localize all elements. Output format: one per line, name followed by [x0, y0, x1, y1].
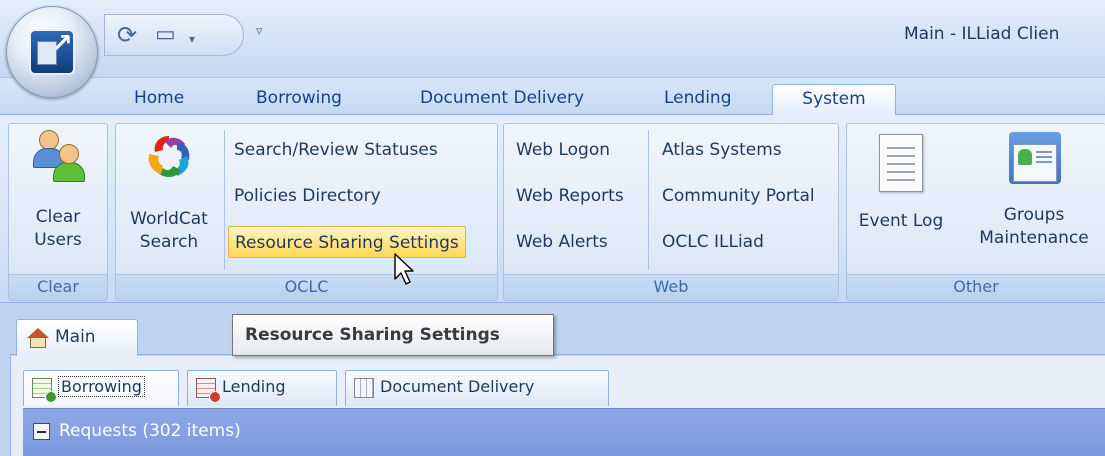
refresh-icon[interactable]: ⟳: [117, 21, 137, 49]
web-alerts-button[interactable]: Web Alerts: [510, 226, 614, 258]
web-logon-button[interactable]: Web Logon: [510, 134, 616, 166]
window-icon[interactable]: ▭: [155, 21, 176, 49]
app-logo-icon: [29, 29, 75, 75]
group-caption-clear: Clear: [9, 274, 107, 300]
ribbon-group-web: Web Logon Web Reports Web Alerts Atlas S…: [503, 123, 839, 301]
group-caption-oclc: OCLC: [116, 274, 497, 300]
requests-count-label: Requests (302 items): [59, 421, 241, 441]
ribbon-tab-bar: Home Borrowing Document Delivery Lending…: [0, 78, 1105, 115]
window-title: Main - ILLiad Clien: [904, 24, 1060, 44]
ribbon-group-clear: Clear Users Clear: [8, 123, 108, 301]
tab-lending[interactable]: Lending: [652, 84, 744, 115]
resource-sharing-settings-button[interactable]: Resource Sharing Settings: [228, 226, 466, 258]
tab-borrowing-queue[interactable]: Borrowing: [23, 370, 179, 406]
tab-main[interactable]: Main: [16, 319, 138, 356]
worldcat-search-label: WorldCat Search: [130, 209, 208, 252]
groups-maintenance-button[interactable]: Groups Maintenance: [969, 128, 1099, 250]
users-icon: [31, 128, 85, 182]
quick-access-toolbar: ⟳ ▭ ▾: [104, 14, 244, 56]
event-log-label: Event Log: [858, 211, 944, 231]
ribbon-group-other: Event Log Groups Maintenance Other: [846, 123, 1105, 301]
tab-borrowing[interactable]: Borrowing: [244, 84, 354, 115]
chevron-down-icon[interactable]: ▾: [189, 25, 195, 53]
separator: [648, 130, 649, 270]
title-bar: ⟳ ▭ ▾ ▿ Main - ILLiad Clien: [0, 0, 1105, 78]
borrowing-icon: [32, 378, 57, 403]
group-caption-other: Other: [847, 274, 1105, 300]
tab-lending-queue[interactable]: Lending: [187, 370, 337, 406]
tab-document-delivery[interactable]: Document Delivery: [408, 84, 596, 115]
clear-users-label: Clear Users: [34, 207, 82, 250]
groups-maintenance-label: Groups Maintenance: [979, 205, 1089, 248]
groups-icon: [1005, 132, 1063, 188]
tab-document-delivery-queue-label: Document Delivery: [380, 377, 535, 396]
event-log-button[interactable]: Event Log: [851, 128, 951, 233]
mouse-cursor-icon: [394, 253, 414, 285]
tab-borrowing-queue-label: Borrowing: [58, 376, 145, 397]
ribbon-group-oclc: WorldCat Search Search/Review Statuses P…: [115, 123, 498, 301]
document-tab-strip: Main: [10, 313, 1105, 356]
tab-system[interactable]: System: [772, 84, 896, 115]
clear-users-button[interactable]: Clear Users: [15, 128, 101, 252]
tab-lending-queue-label: Lending: [222, 377, 286, 396]
search-review-statuses-button[interactable]: Search/Review Statuses: [228, 134, 444, 166]
tab-document-delivery-queue[interactable]: Document Delivery: [345, 370, 609, 406]
tab-home[interactable]: Home: [122, 84, 196, 115]
document-delivery-icon: [354, 378, 374, 398]
group-caption-web: Web: [504, 274, 838, 300]
lending-icon: [196, 378, 221, 403]
document-icon: [879, 134, 923, 192]
tooltip: Resource Sharing Settings: [232, 314, 554, 356]
queue-tab-strip: Borrowing Lending Document Delivery: [23, 366, 1103, 406]
ribbon: Clear Users Clear WorldCat Search Search…: [0, 115, 1105, 303]
oclc-illiad-button[interactable]: OCLC ILLiad: [656, 226, 770, 258]
home-icon: [27, 328, 49, 348]
requests-group-header[interactable]: Requests (302 items): [23, 408, 1105, 456]
customize-quick-access-icon[interactable]: ▿: [256, 24, 263, 39]
application-menu-button[interactable]: [6, 6, 98, 98]
worldcat-icon: [148, 136, 190, 178]
tab-main-label: Main: [55, 327, 96, 347]
collapse-icon[interactable]: [33, 423, 50, 440]
atlas-systems-button[interactable]: Atlas Systems: [656, 134, 788, 166]
community-portal-button[interactable]: Community Portal: [656, 180, 821, 212]
separator: [224, 130, 225, 270]
main-panel: Borrowing Lending Document Delivery Requ…: [10, 356, 1105, 456]
worldcat-search-button[interactable]: WorldCat Search: [118, 128, 220, 254]
policies-directory-button[interactable]: Policies Directory: [228, 180, 387, 212]
web-reports-button[interactable]: Web Reports: [510, 180, 630, 212]
